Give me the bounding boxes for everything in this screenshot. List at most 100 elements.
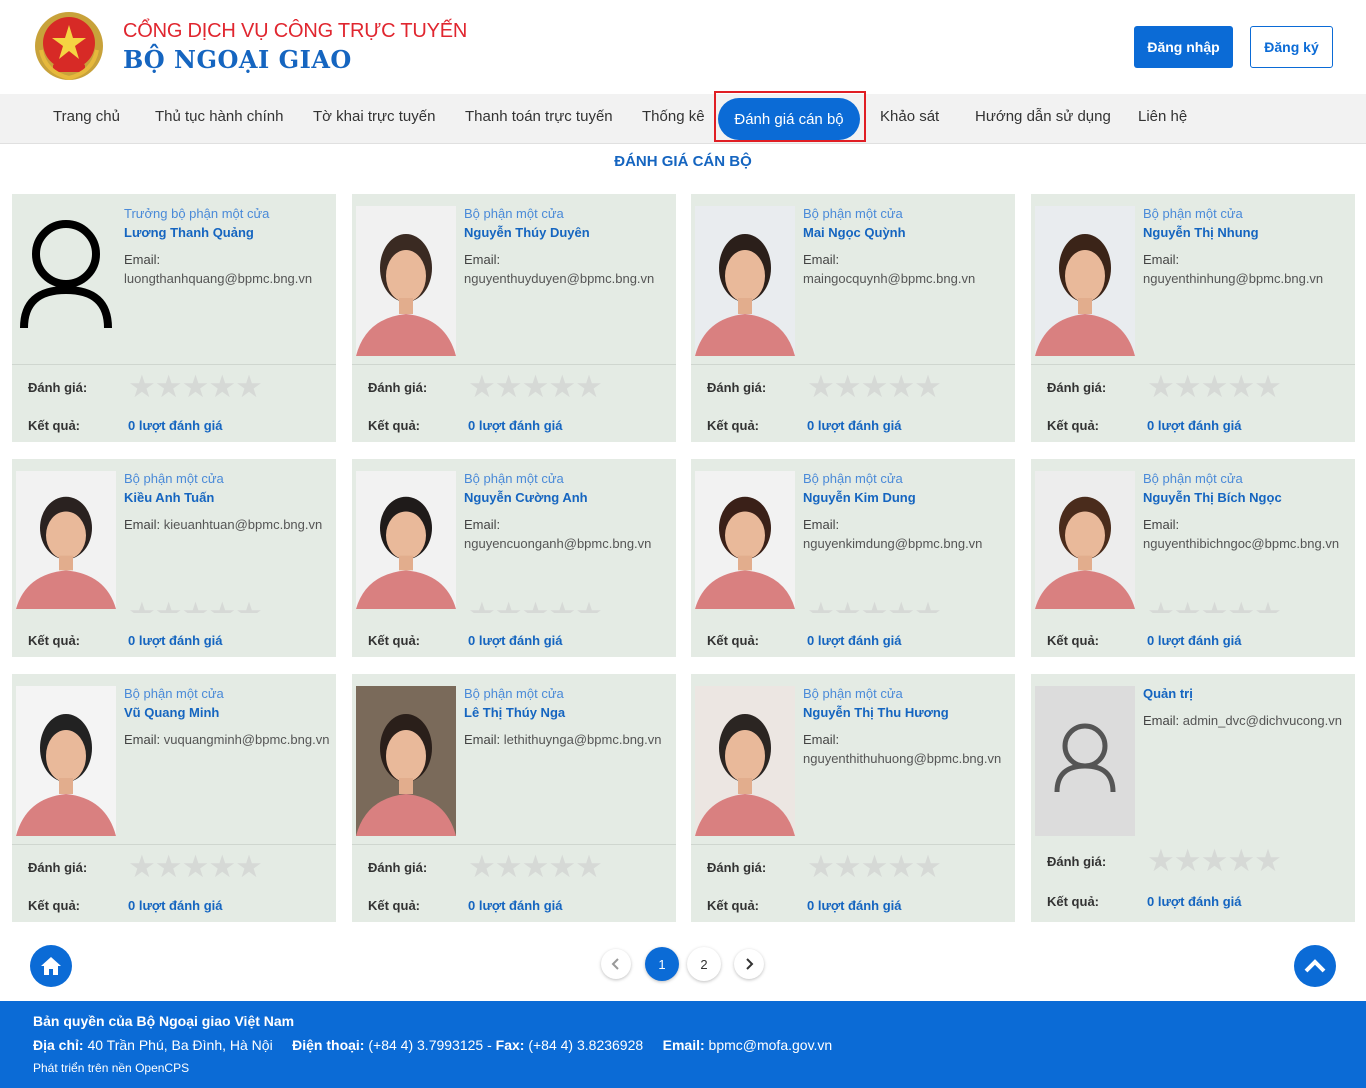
result-count[interactable]: 0 lượt đánh giá	[1147, 894, 1242, 909]
page-2-button[interactable]: 2	[687, 947, 721, 981]
staff-name[interactable]: Nguyễn Thị Thu Hương	[803, 703, 1009, 722]
result-count[interactable]: 0 lượt đánh giá	[807, 418, 902, 433]
result-count[interactable]: 0 lượt đánh giá	[1147, 418, 1242, 433]
staff-email: vuquangminh@bpmc.bng.vn	[163, 732, 330, 747]
staff-card: Bộ phận một cửa Mai Ngọc Quỳnh Email: maing…	[691, 194, 1015, 442]
staff-role: Bộ phận một cửa	[803, 686, 903, 701]
next-page-button[interactable]	[734, 949, 764, 979]
star-rating[interactable]: ★★★★★	[128, 851, 263, 882]
result-count[interactable]: 0 lượt đánh giá	[468, 898, 563, 913]
staff-name[interactable]: Nguyễn Thúy Duyên	[464, 223, 670, 242]
result-count[interactable]: 0 lượt đánh giá	[807, 898, 902, 913]
page-1-button[interactable]: 1	[645, 947, 679, 981]
footer-contact-line: Địa chỉ: 40 Trần Phú, Ba Đình, Hà Nội Đi…	[33, 1037, 833, 1053]
star-rating[interactable]: ★★★★★	[128, 371, 263, 402]
login-button[interactable]: Đăng nhập	[1134, 26, 1233, 68]
footer-email[interactable]: bpmc@mofa.gov.vn	[709, 1037, 833, 1053]
staff-email: nguyenkimdung@bpmc.bng.vn	[803, 536, 983, 551]
staff-info: Bộ phận một cửa Nguyễn Thị Thu Hương Email…	[803, 684, 1009, 768]
home-button[interactable]	[30, 945, 72, 987]
portrait-image	[356, 471, 456, 609]
staff-info: Trưởng bộ phận một cửa Lương Thanh Quảng E…	[124, 204, 330, 288]
chevron-up-icon	[1304, 959, 1326, 973]
staff-name[interactable]: Nguyễn Thị Nhung	[1143, 223, 1349, 242]
portrait-image	[1035, 206, 1135, 356]
nav-home[interactable]: Trang chủ	[53, 94, 120, 144]
email-label: Email:	[464, 517, 501, 532]
star-rating[interactable]: ★★★★★	[1147, 371, 1282, 402]
footer-address: 40 Trần Phú, Ba Đình, Hà Nội	[87, 1037, 273, 1053]
staff-info: Bộ phận một cửa Nguyễn Thúy Duyên Email: ng…	[464, 204, 670, 288]
staff-email: luongthanhquang@bpmc.bng.vn	[124, 271, 313, 286]
staff-photo	[356, 206, 456, 356]
nav-contact[interactable]: Liên hệ	[1138, 94, 1187, 144]
staff-name[interactable]: Vũ Quang Minh	[124, 703, 330, 722]
register-button[interactable]: Đăng ký	[1250, 26, 1333, 68]
star-rating[interactable]: ★★★★★	[468, 371, 603, 402]
email-label: Email:	[1143, 517, 1180, 532]
result-count[interactable]: 0 lượt đánh giá	[128, 898, 223, 913]
nav-online-payment[interactable]: Thanh toán trực tuyến	[465, 94, 613, 144]
staff-name[interactable]: Kiều Anh Tuấn	[124, 488, 330, 507]
staff-photo	[1035, 686, 1135, 836]
result-count[interactable]: 0 lượt đánh giá	[468, 418, 563, 433]
footer-phone: (+84 4) 3.7993125	[368, 1037, 484, 1053]
default-avatar-icon	[20, 220, 112, 329]
nav-user-guide[interactable]: Hướng dẫn sử dụng	[975, 94, 1111, 144]
result-label: Kết quả:	[368, 418, 420, 433]
nav-survey[interactable]: Khảo sát	[880, 94, 939, 144]
staff-role: Bộ phận một cửa	[124, 471, 224, 486]
star-rating[interactable]: ★★★★★	[128, 599, 262, 613]
header: CỔNG DỊCH VỤ CÔNG TRỰC TUYẾN BỘ NGOẠI GI…	[0, 0, 1366, 94]
star-rating[interactable]: ★★★★★	[1147, 599, 1281, 613]
result-count[interactable]: 0 lượt đánh giá	[468, 633, 563, 648]
footer: Bản quyền của Bộ Ngoại giao Việt Nam Địa…	[0, 1001, 1366, 1088]
staff-email: nguyencuonganh@bpmc.bng.vn	[464, 536, 652, 551]
staff-name[interactable]: Mai Ngọc Quỳnh	[803, 223, 1009, 242]
staff-photo	[16, 471, 116, 609]
scroll-top-button[interactable]	[1294, 945, 1336, 987]
footer-email-label: Email:	[662, 1037, 705, 1053]
star-rating[interactable]: ★★★★★	[468, 851, 603, 882]
result-count[interactable]: 0 lượt đánh giá	[128, 418, 223, 433]
star-rating[interactable]: ★★★★★	[1147, 845, 1282, 876]
staff-name[interactable]: Lương Thanh Quảng	[124, 223, 330, 242]
staff-card: Bộ phận một cửa Nguyễn Cường Anh Email: ngu…	[352, 459, 676, 657]
main-nav: Trang chủ Thủ tục hành chính Tờ khai trự…	[0, 91, 1366, 144]
staff-role: Bộ phận một cửa	[124, 686, 224, 701]
staff-name[interactable]: Nguyễn Cường Anh	[464, 488, 670, 507]
prev-page-button[interactable]	[601, 949, 631, 979]
staff-name[interactable]: Quản trị	[1143, 684, 1349, 703]
staff-photo	[1035, 471, 1135, 609]
star-rating[interactable]: ★★★★★	[468, 599, 602, 613]
staff-name[interactable]: Nguyễn Thị Bích Ngọc	[1143, 488, 1349, 507]
rating-label: Đánh giá:	[707, 860, 767, 875]
result-count[interactable]: 0 lượt đánh giá	[807, 633, 902, 648]
star-rating[interactable]: ★★★★★	[807, 371, 942, 402]
nav-staff-rating[interactable]: Đánh giá cán bộ	[718, 98, 860, 140]
card-divider	[352, 844, 676, 845]
chevron-right-icon	[746, 958, 754, 970]
nav-procedures[interactable]: Thủ tục hành chính	[155, 94, 283, 144]
staff-card: Trưởng bộ phận một cửa Lương Thanh Quảng E…	[12, 194, 336, 442]
nav-statistics[interactable]: Thống kê	[642, 94, 705, 144]
staff-info: Bộ phận một cửa Lê Thị Thúy Nga Email: let…	[464, 684, 670, 749]
staff-email-line: Email: admin_dvc@dichvucong.vn	[1143, 711, 1349, 730]
staff-role: Bộ phận một cửa	[464, 471, 564, 486]
result-count[interactable]: 0 lượt đánh giá	[128, 633, 223, 648]
national-emblem-logo[interactable]	[33, 10, 105, 82]
staff-email: nguyenthibichngoc@bpmc.bng.vn	[1143, 536, 1340, 551]
card-divider	[12, 844, 336, 845]
email-label: Email:	[464, 252, 501, 267]
star-rating[interactable]: ★★★★★	[807, 599, 941, 613]
star-rating[interactable]: ★★★★★	[807, 851, 942, 882]
staff-name[interactable]: Lê Thị Thúy Nga	[464, 703, 670, 722]
result-label: Kết quả:	[28, 633, 80, 648]
result-count[interactable]: 0 lượt đánh giá	[1147, 633, 1242, 648]
nav-online-forms[interactable]: Tờ khai trực tuyến	[313, 94, 435, 144]
staff-name[interactable]: Nguyễn Kim Dung	[803, 488, 1009, 507]
email-label: Email:	[803, 732, 840, 747]
staff-photo	[356, 686, 456, 836]
staff-info: Bộ phận một cửa Nguyễn Thị Bích Ngọc Email…	[1143, 469, 1349, 553]
staff-role: Trưởng bộ phận một cửa	[124, 206, 270, 221]
